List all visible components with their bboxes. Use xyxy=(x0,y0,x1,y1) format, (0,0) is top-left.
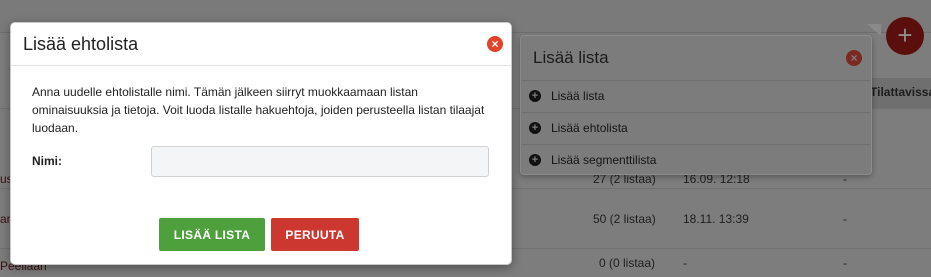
name-input[interactable] xyxy=(151,146,489,177)
menu-item-label: Lisää ehtolista xyxy=(551,121,628,135)
plus-circle-icon: + xyxy=(529,154,541,166)
add-list-popover: Lisää lista × + Lisää lista + Lisää ehto… xyxy=(520,35,872,175)
table-cell-extra: - xyxy=(843,256,847,270)
name-label: Nimi: xyxy=(32,154,62,168)
plus-icon: + xyxy=(897,20,913,50)
dialog-header: Lisää ehtolista × xyxy=(11,23,511,66)
menu-item-label: Lisää segmenttilista xyxy=(551,153,657,167)
close-icon[interactable]: × xyxy=(487,36,503,52)
menu-item-add-condition-list[interactable]: + Lisää ehtolista xyxy=(521,113,871,145)
cancel-button[interactable]: PERUUTA xyxy=(271,218,359,251)
add-list-button[interactable]: LISÄÄ LISTA xyxy=(159,218,265,251)
popover-title: Lisää lista xyxy=(533,48,609,67)
table-cell-date: - xyxy=(683,256,687,270)
close-icon[interactable]: × xyxy=(846,50,862,66)
table-cell-count: 50 (2 listaa) xyxy=(593,212,656,226)
table-cell-extra: - xyxy=(843,212,847,226)
dialog-description: Anna uudelle ehtolistalle nimi. Tämän jä… xyxy=(32,85,485,135)
plus-circle-icon: + xyxy=(529,122,541,134)
column-header-label: Tilattavissa xyxy=(870,85,931,99)
dialog-title: Lisää ehtolista xyxy=(23,34,139,54)
add-condition-list-dialog: Lisää ehtolista × Anna uudelle ehtolista… xyxy=(10,22,512,265)
menu-item-add-list[interactable]: + Lisää lista xyxy=(521,81,871,113)
plus-circle-icon: + xyxy=(529,90,541,102)
popover-header: Lisää lista × xyxy=(521,36,871,81)
table-cell-date: 18.11. 13:39 xyxy=(683,212,749,226)
menu-item-add-segment-list[interactable]: + Lisää segmenttilista xyxy=(521,145,871,176)
add-list-fab[interactable]: + xyxy=(886,17,924,55)
menu-item-label: Lisää lista xyxy=(551,89,605,103)
table-cell-count: 0 (0 listaa) xyxy=(599,256,656,270)
